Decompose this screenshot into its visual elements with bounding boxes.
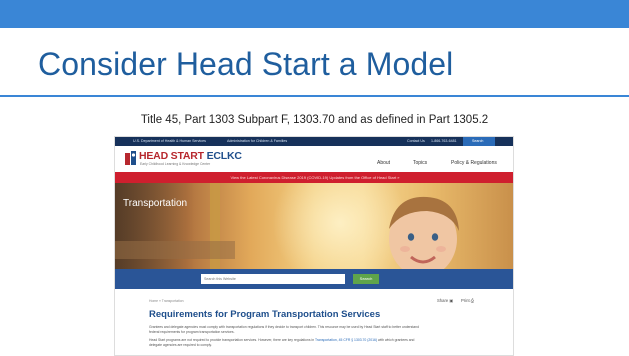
head-start-logo-icon[interactable] [125, 151, 137, 165]
intro-paragraph-line-1: Grantees and delegate agencies must comp… [149, 325, 419, 329]
child-photo [389, 196, 459, 269]
print-button[interactable]: Print ⎙ [461, 298, 474, 303]
site-search-input[interactable] [201, 274, 345, 284]
contact-link[interactable]: Contact Us [407, 139, 425, 143]
slide-title: Consider Head Start a Model [38, 46, 454, 82]
phone-number: 1-866-763-6481 [431, 139, 457, 143]
hero-title: Transportation [123, 198, 188, 209]
slide-subtitle: Title 45, Part 1303 Subpart F, 1303.70 a… [140, 114, 489, 126]
top-search-button[interactable]: Search [463, 137, 495, 146]
hero-banner [115, 183, 513, 269]
regulation-link[interactable]: Transportation, 45 CFR § 1303.70 (2016) [315, 338, 377, 342]
intro-paragraph-line-2: federal requirements for program transpo… [149, 330, 235, 334]
hhs-top-bar: U.S. Department of Health & Human Servic… [115, 137, 513, 146]
nav-about[interactable]: About [377, 160, 390, 166]
regulation-paragraph-line-2: delegate agencies are required to comply… [149, 343, 212, 347]
site-logo-text[interactable]: HEAD START ECLKC [139, 150, 242, 162]
slide-top-bar [0, 0, 629, 28]
acf-link[interactable]: Administration for Children & Families [227, 139, 287, 143]
site-tagline: Early Childhood Learning & Knowledge Cen… [140, 162, 211, 166]
breadcrumb[interactable]: Home » Transportation [149, 299, 184, 303]
brand-header: HEAD START ECLKC Early Childhood Learnin… [115, 146, 513, 173]
nav-topics[interactable]: Topics [413, 160, 427, 166]
site-search-button[interactable]: Search [353, 274, 379, 284]
covid-alert-banner[interactable]: View the Latest Coronavirus Disease 2019… [115, 172, 513, 183]
nav-policy-regulations[interactable]: Policy & Regulations [451, 160, 497, 166]
share-icon: ▣ [449, 298, 454, 303]
print-icon: ⎙ [470, 298, 475, 303]
regulation-paragraph: Head Start programs are not required to … [149, 338, 415, 342]
website-screenshot: U.S. Department of Health & Human Servic… [114, 136, 514, 356]
share-button[interactable]: Share ▣ [437, 298, 453, 303]
title-divider [0, 95, 629, 97]
hhs-link[interactable]: U.S. Department of Health & Human Servic… [133, 139, 206, 143]
page-heading: Requirements for Program Transportation … [149, 309, 381, 320]
